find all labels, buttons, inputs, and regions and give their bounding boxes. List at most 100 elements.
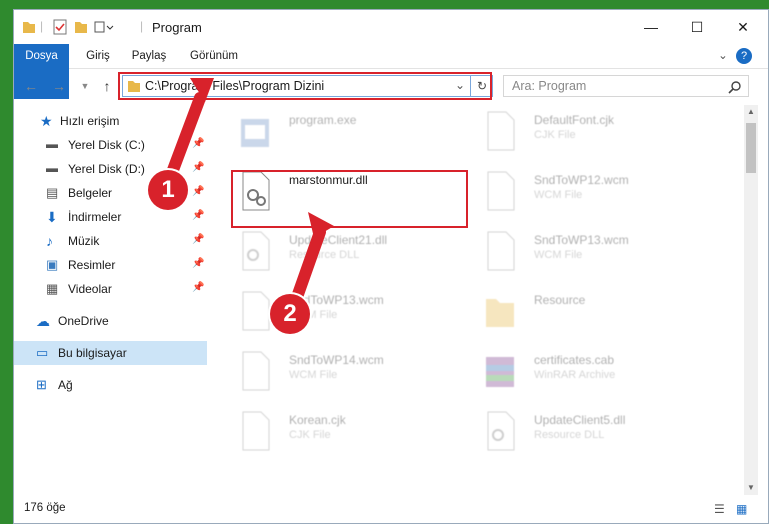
file-name: SndToWP13.wcm bbox=[534, 233, 629, 247]
sidebar-item-network[interactable]: ⊞ Ağ bbox=[14, 373, 207, 397]
minimize-button[interactable]: — bbox=[628, 10, 674, 44]
file-type: WCM File bbox=[534, 189, 583, 201]
file-type: WCM File bbox=[534, 249, 583, 261]
maximize-button[interactable]: ☐ bbox=[674, 10, 720, 44]
file-type: WCM File bbox=[289, 369, 338, 381]
file-item[interactable]: SndToWP13.wcm WCM File bbox=[219, 285, 449, 340]
sidebar-item-label: Müzik bbox=[68, 234, 100, 248]
properties-icon[interactable] bbox=[52, 19, 68, 35]
vertical-scrollbar[interactable]: ▲ ▼ bbox=[744, 105, 758, 495]
sidebar-item-label: Hızlı erişim bbox=[60, 114, 120, 128]
pin-icon: 📌 bbox=[192, 234, 205, 245]
drive-icon: ▬ bbox=[46, 161, 58, 175]
scroll-thumb[interactable] bbox=[746, 123, 756, 173]
sidebar-item-this-pc[interactable]: ▭ Bu bilgisayar bbox=[14, 341, 207, 365]
tab-view[interactable]: Görünüm bbox=[184, 44, 244, 68]
scroll-down-icon[interactable]: ▼ bbox=[747, 483, 755, 492]
recent-locations-icon[interactable]: ▼ bbox=[76, 77, 94, 95]
sidebar-item-quick-access[interactable]: ★ Hızlı erişim bbox=[14, 109, 207, 133]
sidebar-item-videos[interactable]: ▦ Videolar 📌 bbox=[14, 277, 207, 301]
generic-file-icon bbox=[487, 171, 515, 211]
video-icon: ▦ bbox=[46, 281, 59, 296]
search-icon bbox=[728, 81, 741, 94]
file-item[interactable]: DefaultFont.cjk CJK File bbox=[464, 105, 694, 160]
new-folder-icon[interactable] bbox=[74, 19, 88, 35]
navigation-pane: ★ Hızlı erişim ▬ Yerel Disk (C:) 📌 ▬ Yer… bbox=[14, 105, 207, 497]
file-type: Resource DLL bbox=[534, 429, 605, 441]
dll-file-icon bbox=[242, 231, 270, 271]
step-badge-2: 2 bbox=[270, 294, 310, 334]
picture-icon: ▣ bbox=[46, 257, 59, 272]
sidebar-item-pictures[interactable]: ▣ Resimler 📌 bbox=[14, 253, 207, 277]
help-icon[interactable]: ? bbox=[736, 48, 752, 64]
sidebar-item-disk-c[interactable]: ▬ Yerel Disk (C:) 📌 bbox=[14, 133, 207, 157]
file-item[interactable]: UpdateClient5.dll Resource DLL bbox=[464, 405, 694, 460]
details-view-icon[interactable]: ☰ bbox=[714, 502, 725, 516]
file-item[interactable]: SndToWP14.wcm WCM File bbox=[219, 345, 449, 400]
file-type: CJK File bbox=[534, 129, 576, 141]
pin-icon: 📌 bbox=[192, 282, 205, 293]
expand-ribbon-icon[interactable]: ⌄ bbox=[714, 44, 732, 68]
music-icon: ♪ bbox=[46, 233, 53, 249]
sidebar-item-label: Ağ bbox=[58, 378, 73, 392]
pin-icon: 📌 bbox=[192, 210, 205, 221]
file-item[interactable]: certificates.cab WinRAR Archive bbox=[464, 345, 694, 400]
file-item[interactable]: SndToWP12.wcm WCM File bbox=[464, 165, 694, 220]
pin-icon: 📌 bbox=[192, 258, 205, 269]
pin-icon: 📌 bbox=[192, 138, 205, 149]
tab-share[interactable]: Paylaş bbox=[126, 44, 172, 68]
close-button[interactable]: ✕ bbox=[720, 10, 766, 44]
generic-file-icon bbox=[242, 411, 270, 451]
customize-toolbar-icon[interactable] bbox=[94, 19, 116, 35]
step-badge-1: 1 bbox=[148, 170, 188, 210]
ribbon-tabs: Dosya Giriş Paylaş Görünüm ⌄ ? bbox=[14, 44, 768, 99]
star-icon: ★ bbox=[40, 113, 53, 129]
generic-file-icon bbox=[242, 351, 270, 391]
folder-icon bbox=[23, 22, 35, 33]
network-icon: ⊞ bbox=[36, 377, 47, 392]
sidebar-item-onedrive[interactable]: ☁ OneDrive bbox=[14, 309, 207, 333]
folder-item[interactable]: Resource bbox=[464, 285, 694, 340]
file-name: Korean.cjk bbox=[289, 413, 346, 427]
status-bar: 176 öğe ☰ ▦ bbox=[14, 496, 768, 523]
exe-file-icon bbox=[241, 119, 269, 147]
file-item[interactable]: Korean.cjk CJK File bbox=[219, 405, 449, 460]
search-input[interactable]: Ara: Program bbox=[503, 75, 749, 97]
separator: | bbox=[140, 19, 144, 33]
search-placeholder: Ara: Program bbox=[512, 79, 587, 93]
sidebar-item-label: Yerel Disk (D:) bbox=[68, 162, 145, 176]
file-item[interactable]: SndToWP13.wcm WCM File bbox=[464, 225, 694, 280]
file-type: Resource DLL bbox=[289, 249, 360, 261]
generic-file-icon bbox=[487, 111, 515, 151]
back-icon[interactable]: ← bbox=[22, 77, 40, 95]
sidebar-item-label: Bu bilgisayar bbox=[58, 346, 127, 360]
item-count: 176 öğe bbox=[24, 502, 66, 514]
cloud-icon: ☁ bbox=[36, 313, 50, 329]
up-icon[interactable]: ↑ bbox=[98, 77, 116, 95]
file-name: SndToWP14.wcm bbox=[289, 353, 384, 367]
file-name: DefaultFont.cjk bbox=[534, 113, 615, 127]
download-icon: ⬇ bbox=[46, 209, 58, 225]
file-type: CJK File bbox=[289, 429, 331, 441]
sidebar-item-downloads[interactable]: ⬇ İndirmeler 📌 bbox=[14, 205, 207, 229]
forward-icon[interactable]: → bbox=[50, 77, 68, 95]
sidebar-item-label: Resimler bbox=[68, 258, 116, 272]
sidebar-item-label: Yerel Disk (C:) bbox=[68, 138, 145, 152]
sidebar-item-music[interactable]: ♪ Müzik 📌 bbox=[14, 229, 207, 253]
file-highlight bbox=[231, 170, 468, 228]
file-name: SndToWP12.wcm bbox=[534, 173, 629, 187]
archive-icon bbox=[486, 357, 514, 387]
file-item[interactable]: program.exe bbox=[219, 105, 449, 160]
file-item[interactable]: UpdateClient21.dll Resource DLL bbox=[219, 225, 449, 280]
generic-file-icon bbox=[242, 291, 270, 331]
large-icons-view-icon[interactable]: ▦ bbox=[736, 502, 747, 516]
file-name: Resource bbox=[534, 293, 586, 307]
dll-file-icon bbox=[487, 411, 515, 451]
file-name: program.exe bbox=[289, 113, 357, 127]
tab-home[interactable]: Giriş bbox=[78, 44, 118, 68]
file-name: certificates.cab bbox=[534, 353, 615, 367]
computer-icon: ▭ bbox=[36, 345, 49, 360]
scroll-up-icon[interactable]: ▲ bbox=[747, 107, 755, 116]
window-title: Program bbox=[152, 20, 202, 35]
drive-icon: ▬ bbox=[46, 137, 58, 151]
